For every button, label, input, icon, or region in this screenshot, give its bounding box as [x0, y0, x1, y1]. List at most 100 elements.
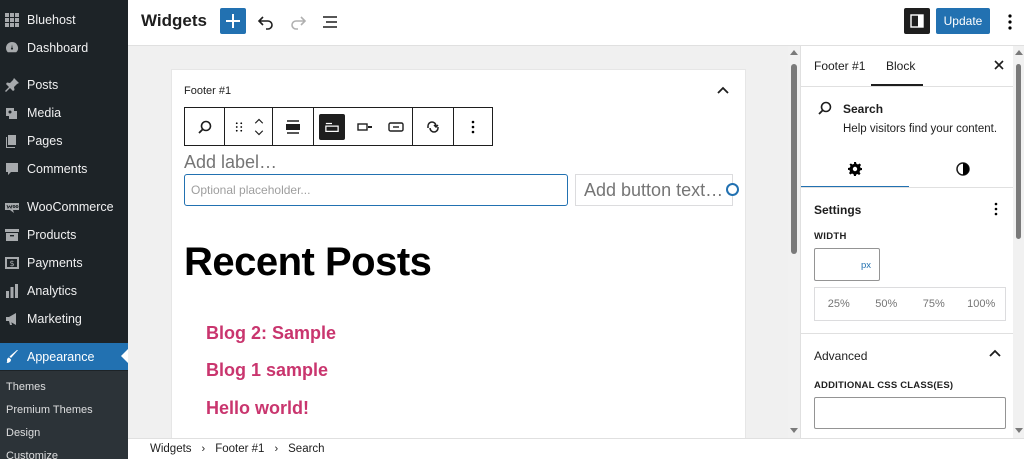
woocommerce-icon [5, 200, 19, 214]
tab-styles[interactable] [909, 151, 1017, 187]
button-inside-toggle[interactable] [350, 108, 379, 145]
breadcrumb-item: Search [288, 443, 325, 455]
scroll-thumb[interactable] [791, 64, 797, 254]
dashboard-icon [5, 41, 19, 55]
add-block-button[interactable] [220, 8, 246, 34]
appearance-submenu: Themes Premium Themes Design Customize [0, 371, 128, 459]
width-input[interactable]: px [814, 248, 880, 281]
more-vertical-icon [471, 120, 475, 133]
tab-block[interactable]: Block [886, 46, 915, 86]
menu-item-payments[interactable]: $ Payments [0, 250, 128, 276]
chevron-up-icon[interactable] [987, 345, 1003, 361]
menu-label: Analytics [27, 284, 78, 298]
block-options-button[interactable] [454, 108, 492, 145]
menu-item-posts[interactable]: Posts [0, 72, 128, 98]
menu-label: Media [27, 106, 62, 120]
width-100-button[interactable]: 100% [958, 288, 1006, 320]
comment-icon [5, 162, 19, 176]
menu-label: WooCommerce [27, 200, 114, 214]
media-icon [5, 106, 19, 120]
settings-panel-title[interactable]: Settings [814, 203, 861, 217]
menu-label: Payments [27, 256, 83, 270]
menu-label: Dashboard [27, 41, 89, 55]
css-class-label: ADDITIONAL CSS CLASS(ES) [814, 380, 954, 391]
submenu-customize[interactable]: Customize [6, 450, 58, 459]
search-icon [818, 101, 832, 115]
width-25-button[interactable]: 25% [815, 288, 863, 320]
chevron-up-icon[interactable] [715, 82, 731, 98]
widget-area-title[interactable]: Footer #1 [184, 85, 231, 97]
breadcrumb-item[interactable]: Footer #1 [215, 443, 264, 455]
button-only-toggle[interactable] [379, 108, 413, 145]
chevron-right-icon: › [201, 443, 206, 455]
settings-toggle-button[interactable] [904, 8, 930, 34]
close-icon[interactable] [991, 57, 1007, 73]
post-link[interactable]: Blog 2: Sample [206, 323, 336, 344]
width-50-button[interactable]: 50% [863, 288, 911, 320]
label-position-button[interactable] [314, 108, 350, 145]
redo-button[interactable] [287, 11, 309, 33]
sidebar-icon [910, 14, 924, 28]
breadcrumb-item[interactable]: Widgets [150, 443, 192, 455]
menu-item-comments[interactable]: Comments [0, 156, 128, 182]
list-view-button[interactable] [319, 11, 341, 33]
tab-footer-1[interactable]: Footer #1 [814, 46, 865, 86]
redo-icon [291, 16, 307, 30]
transform-button[interactable] [413, 108, 454, 145]
menu-item-marketing[interactable]: Marketing [0, 306, 128, 332]
menu-item-bluehost[interactable]: Bluehost [0, 7, 128, 33]
options-menu-button[interactable] [1000, 11, 1020, 33]
menu-item-dashboard[interactable]: Dashboard [0, 35, 128, 61]
submenu-design[interactable]: Design [6, 427, 40, 439]
menu-label: Marketing [27, 312, 82, 326]
align-button[interactable] [273, 108, 314, 145]
canvas-scrollbar[interactable] [788, 46, 800, 438]
update-button[interactable]: Update [936, 8, 990, 34]
menu-item-pages[interactable]: Pages [0, 128, 128, 154]
scroll-thumb[interactable] [1016, 64, 1021, 239]
button-position-icon [356, 122, 372, 131]
menu-item-media[interactable]: Media [0, 100, 128, 126]
advanced-panel-title[interactable]: Advanced [814, 349, 867, 363]
settings-sidebar: Footer #1 Block Search Help visitors fin… [800, 46, 1024, 438]
pages-icon [5, 134, 19, 148]
admin-sidebar: Bluehost Dashboard Posts Media Pages Com… [0, 0, 128, 459]
width-label: WIDTH [814, 231, 847, 242]
tab-settings[interactable] [801, 151, 909, 187]
menu-item-analytics[interactable]: Analytics [0, 278, 128, 304]
undo-icon [257, 16, 273, 30]
menu-label: Appearance [27, 349, 95, 364]
search-label-field[interactable]: Add label… [184, 152, 277, 173]
move-controls [225, 108, 273, 145]
search-icon [197, 120, 211, 134]
submenu-themes[interactable]: Themes [6, 381, 46, 393]
block-breadcrumb: Widgets › Footer #1 › Search [128, 438, 1024, 459]
post-link[interactable]: Blog 1 sample [206, 360, 328, 381]
submenu-premium-themes[interactable]: Premium Themes [6, 404, 93, 416]
width-unit-select[interactable]: px [861, 260, 871, 271]
drag-handle-icon[interactable] [233, 119, 245, 135]
editor-canvas: Footer #1 Add label… Optional placeholde… [128, 46, 788, 438]
brush-icon [5, 349, 19, 364]
editor-toolbar: Widgets Update [128, 0, 1024, 46]
more-vertical-icon[interactable] [989, 201, 1003, 217]
chart-bar-icon [5, 284, 19, 298]
search-button-text-field[interactable]: Add button text… [575, 174, 733, 206]
width-75-button[interactable]: 75% [910, 288, 958, 320]
undo-button[interactable] [255, 11, 277, 33]
menu-item-woocommerce[interactable]: WooCommerce [0, 194, 128, 220]
css-class-input[interactable] [814, 397, 1006, 429]
contrast-icon [956, 162, 970, 176]
sidebar-scrollbar[interactable] [1013, 46, 1024, 438]
move-up-down-icon[interactable] [253, 115, 265, 139]
resize-handle[interactable] [726, 183, 739, 196]
transform-icon [427, 120, 439, 133]
menu-item-appearance[interactable]: Appearance [0, 343, 128, 370]
menu-label: Products [27, 228, 77, 242]
svg-text:$: $ [9, 259, 14, 268]
post-link[interactable]: Hello world! [206, 398, 309, 419]
search-input[interactable]: Optional placeholder... [184, 174, 568, 206]
block-type-button[interactable] [185, 108, 225, 145]
button-outside-icon [325, 122, 339, 132]
menu-item-products[interactable]: Products [0, 222, 128, 248]
